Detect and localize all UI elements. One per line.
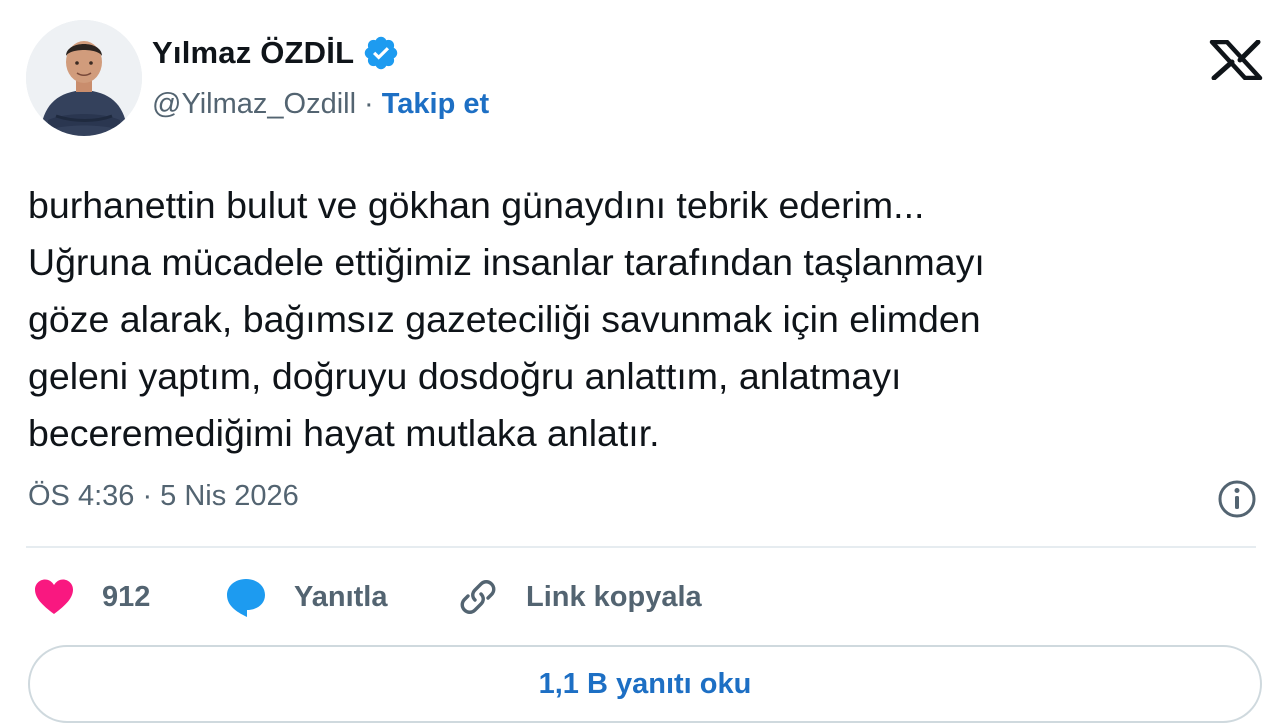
like-count: 912 — [102, 580, 151, 613]
info-icon[interactable] — [1216, 478, 1258, 520]
heart-icon — [35, 579, 73, 614]
speech-bubble-icon — [227, 579, 265, 617]
tweet-text: burhanettin bulut ve gökhan günaydını te… — [28, 177, 1258, 462]
tweet-text-line: göze alarak, bağımsız gazeteciliği savun… — [28, 298, 981, 340]
author-name-row: Yılmaz ÖZDİL — [152, 34, 400, 72]
read-replies-label: 1,1 B yanıtı oku — [538, 667, 752, 700]
separator-dot: · — [364, 88, 374, 120]
action-bar: 912 Yanıtla Link kopyala — [30, 572, 1230, 622]
reply-label: Yanıtla — [294, 580, 388, 613]
handle-row: @Yilmaz_Ozdill · Takip et — [152, 88, 489, 121]
tweet-text-line: Uğruna mücadele ettiğimiz insanlar taraf… — [28, 241, 985, 283]
avatar-image — [26, 20, 142, 136]
author-name[interactable]: Yılmaz ÖZDİL — [152, 35, 354, 71]
like-button[interactable]: 912 — [30, 572, 150, 622]
link-icon — [460, 580, 496, 614]
tweet-text-line: burhanettin bulut ve gökhan günaydını te… — [28, 184, 925, 226]
tweet-text-line: geleni yaptım, doğruyu dosdoğru anlattım… — [28, 355, 902, 397]
divider — [26, 546, 1256, 548]
verified-badge-icon — [364, 36, 398, 70]
tweet-card: Yılmaz ÖZDİL @Yilmaz_Ozdill · Takip et b… — [0, 0, 1280, 723]
tweet-timestamp[interactable]: ÖS 4:36 · 5 Nis 2026 — [28, 480, 299, 513]
follow-button[interactable]: Takip et — [382, 88, 489, 121]
tweet-text-line: beceremediğimi hayat mutlaka anlatır. — [28, 412, 660, 454]
x-logo-icon[interactable] — [1208, 40, 1264, 80]
author-handle[interactable]: @Yilmaz_Ozdill — [152, 88, 356, 121]
reply-button[interactable]: Yanıtla — [222, 572, 388, 622]
copy-link-button[interactable]: Link kopyala — [454, 572, 702, 622]
avatar[interactable] — [26, 20, 142, 136]
copy-link-label: Link kopyala — [526, 580, 702, 613]
read-replies-button[interactable]: 1,1 B yanıtı oku — [28, 645, 1262, 723]
